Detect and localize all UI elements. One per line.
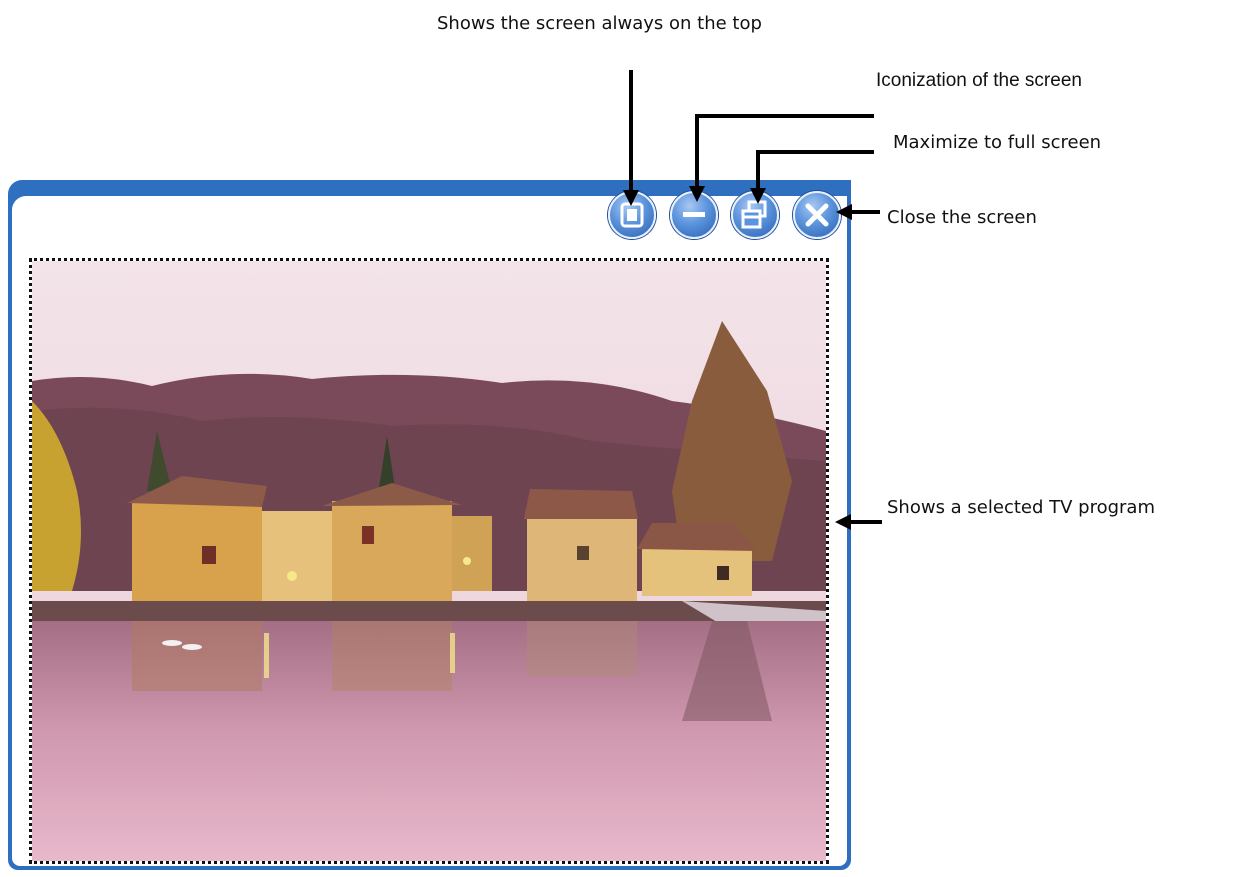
annotation-arrows (623, 70, 882, 530)
